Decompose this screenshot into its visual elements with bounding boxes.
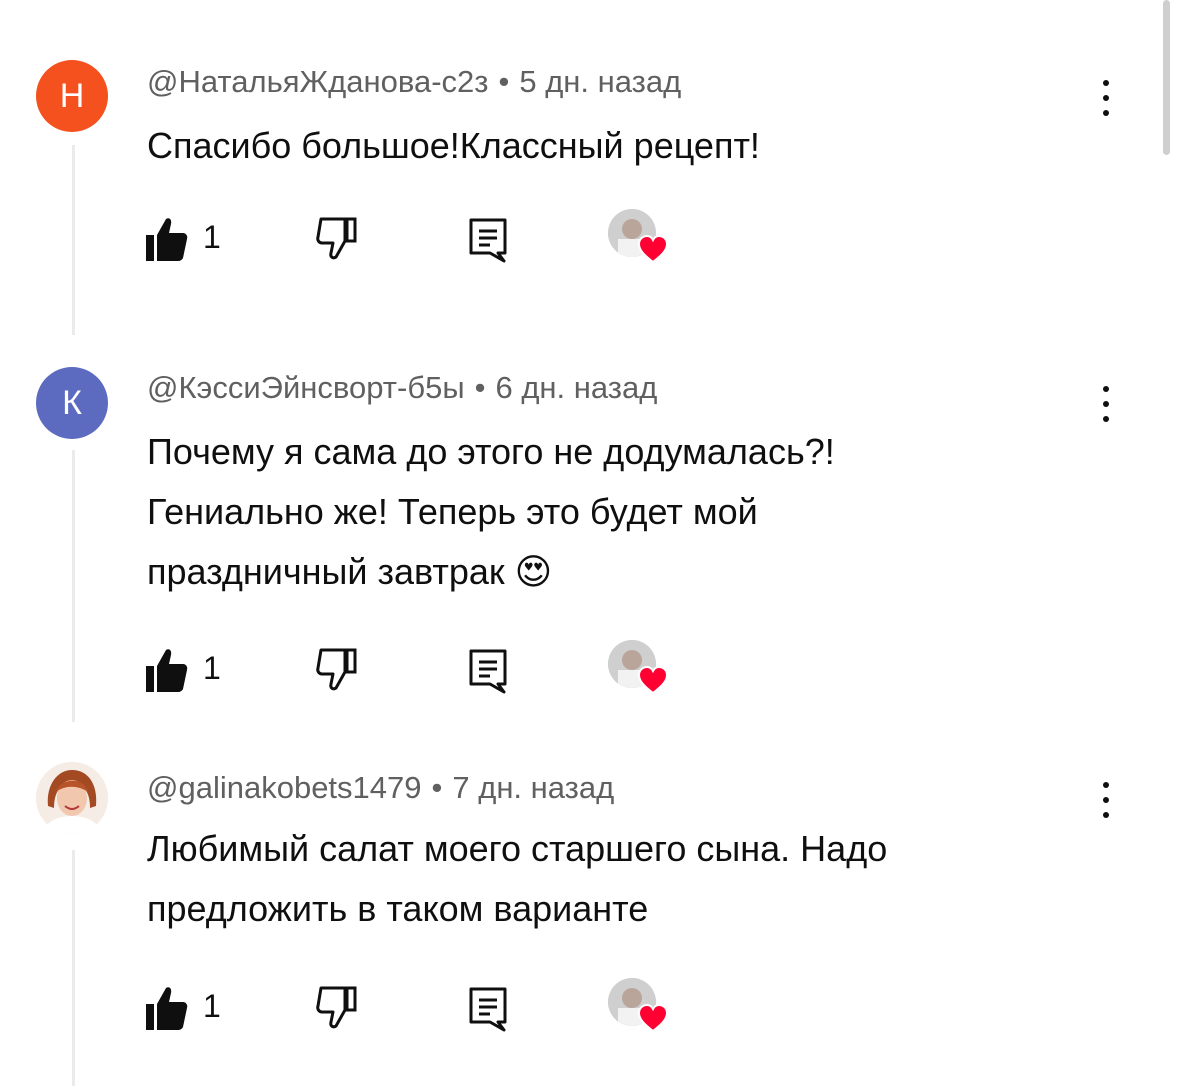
like-count: 1 [203,988,221,1024]
like-button[interactable] [144,646,188,699]
separator: • [498,64,510,99]
separator: • [431,770,443,805]
comment-text-line: Спасибо большое!Классный рецепт! [147,125,760,166]
reply-icon [469,649,507,694]
comment-time[interactable]: 7 дн. назад [452,770,614,805]
avatar-letter: К [62,383,82,422]
thread-line [72,450,75,722]
creator-heart-icon [638,1004,668,1032]
user-photo-avatar [36,762,108,834]
more-vert-icon[interactable] [1094,778,1118,822]
comment-actions: 1 [140,978,700,1044]
creator-heart [608,209,672,273]
comment-text-line: Почему я сама до этого не додумалась?! [147,431,835,472]
like-count: 1 [203,219,221,255]
scrollbar-thumb[interactable] [1163,0,1170,155]
comment-text-line: праздничный завтрак 😍 [147,551,553,592]
thumbs-down-icon [316,648,357,691]
comment-text: Любимый салат моего старшего сына. Надо … [147,819,1077,939]
reply-icon [469,987,507,1032]
creator-heart-icon [638,666,668,694]
comment-meta: @galinakobets1479 • 7 дн. назад [147,770,614,806]
dislike-button[interactable] [315,646,361,697]
creator-heart [608,978,672,1042]
author-name[interactable]: @НатальяЖданова-с2з [147,64,488,99]
avatar-letter: Н [59,76,85,115]
creator-heart [608,640,672,704]
avatar[interactable]: К [36,367,108,439]
more-vert-icon[interactable] [1094,76,1118,120]
comment-text-line: Гениально же! Теперь это будет мой [147,491,758,532]
author-name[interactable]: @КэссиЭйнсворт-б5ы [147,370,465,405]
thumbs-up-filled-icon [146,218,188,261]
thread-line [72,145,75,335]
comment-text-line: Любимый салат моего старшего сына. Надо [147,828,888,869]
dislike-button[interactable] [315,984,361,1035]
avatar[interactable] [36,762,108,834]
comment-meta: @НатальяЖданова-с2з • 5 дн. назад [147,64,681,100]
like-count: 1 [203,650,221,686]
thumbs-up-filled-icon [146,649,188,692]
thread-line [72,850,75,1086]
more-vert-icon[interactable] [1094,382,1118,426]
thumbs-up-filled-icon [146,987,188,1030]
reply-icon [469,218,507,263]
comment-text-line: предложить в таком варианте [147,888,649,929]
reply-button[interactable] [468,217,508,268]
comment-text: Почему я сама до этого не додумалась?! Г… [147,422,1077,602]
comment-time[interactable]: 5 дн. назад [519,64,681,99]
comment-actions: 1 [140,209,700,275]
thumbs-down-icon [316,217,357,260]
comment-meta: @КэссиЭйнсворт-б5ы • 6 дн. назад [147,370,657,406]
thumbs-down-icon [316,986,357,1029]
like-button[interactable] [144,215,188,268]
separator: • [474,370,486,405]
comment-actions: 1 [140,640,700,706]
creator-heart-icon [638,235,668,263]
reply-button[interactable] [468,648,508,699]
comment-time[interactable]: 6 дн. назад [495,370,657,405]
like-button[interactable] [144,984,188,1037]
reply-button[interactable] [468,986,508,1037]
comment-text: Спасибо большое!Классный рецепт! [147,116,1077,176]
dislike-button[interactable] [315,215,361,266]
author-name[interactable]: @galinakobets1479 [147,770,422,805]
avatar[interactable]: Н [36,60,108,132]
